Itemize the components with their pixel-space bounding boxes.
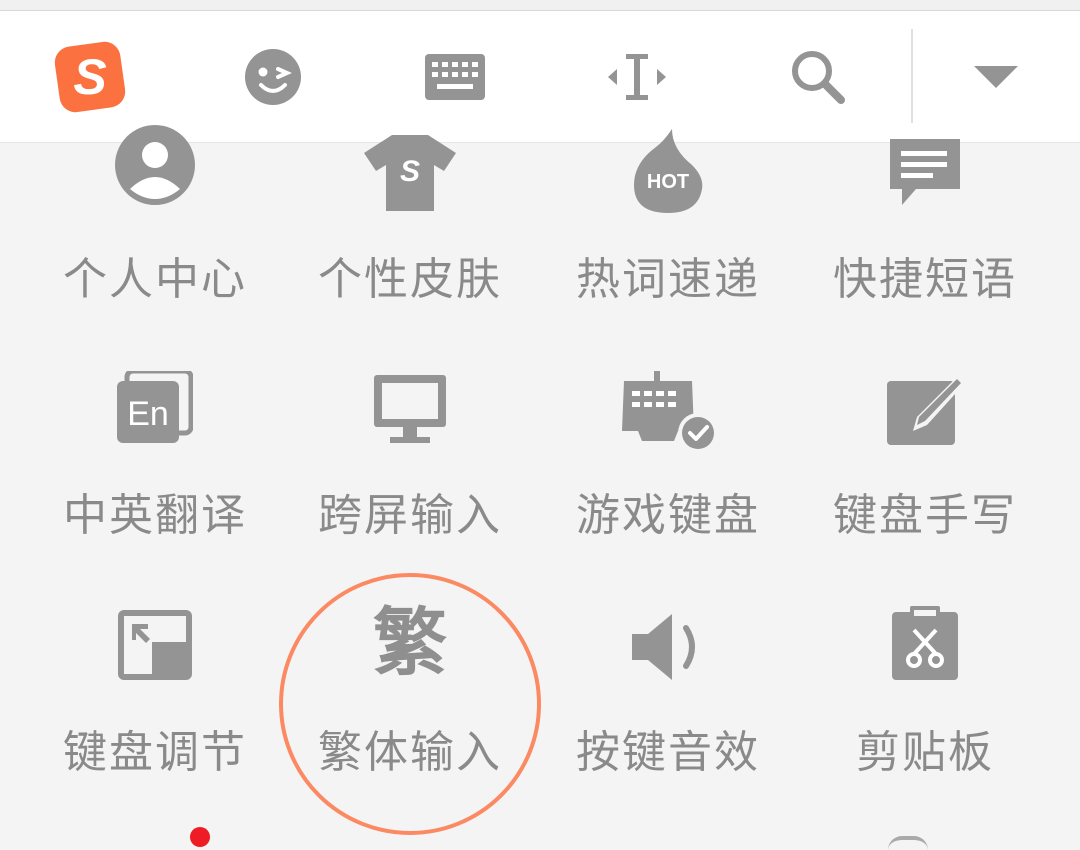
menu-item-translate[interactable]: En 中英翻译 [30,371,280,541]
menu-item-gamekeyboard[interactable]: 游戏键盘 [543,371,793,541]
menu-item-clipboard[interactable]: 剪贴板 [800,606,1050,778]
menu-item-label: 键盘手写 [833,490,1017,541]
menu-item-soundeffect[interactable]: 按键音效 [543,606,793,778]
highlight-ring [279,573,541,835]
notification-badge [190,827,210,847]
menu-item-phrases[interactable]: 快捷短语 [800,139,1050,305]
search-button[interactable] [768,11,868,142]
menu-item-label: 热词速递 [576,254,760,305]
menu-item-crossscreen[interactable]: 跨屏输入 [285,371,535,541]
cursor-move-icon [608,53,666,100]
sogou-logo-icon: S [54,41,126,112]
menu-item-handwriting[interactable]: 键盘手写 [800,371,1050,541]
menu-item-label: 按键音效 [576,727,760,778]
menu-item-skin[interactable]: S 个性皮肤 [285,135,535,305]
keyboard-button[interactable] [405,11,505,142]
message-icon [890,139,960,205]
menu-item-label: 键盘调节 [63,727,247,778]
menu-item-profile[interactable]: 个人中心 [30,125,280,305]
menu-item-label: 个人中心 [63,254,247,305]
svg-text:HOT: HOT [647,171,689,193]
toolbar-divider [911,29,913,123]
translate-en-icon: En [117,371,193,443]
game-keyboard-icon [622,371,718,453]
svg-text:En: En [127,395,169,433]
menu-item-label: 跨屏输入 [318,490,502,541]
menu-item-label: 快捷短语 [833,254,1017,305]
svg-text:S: S [73,49,106,105]
speaker-icon [632,614,695,680]
function-menu-grid: 个人中心 S 个性皮肤 HOT 热词速递 快捷短语 En 中英翻译 跨屏输入 游… [0,125,1080,841]
collapse-dropdown-icon [974,65,1018,88]
menu-item-hotwords[interactable]: HOT 热词速递 [543,129,793,305]
status-strip [0,0,1080,11]
menu-item-label: 中英翻译 [63,490,247,541]
resize-icon [118,610,192,680]
keyboard-icon [425,53,485,100]
next-row-icon-partial [888,836,928,850]
search-icon [792,50,845,104]
cursor-move-button[interactable] [587,11,687,142]
user-icon [115,125,195,205]
monitor-icon [374,375,446,443]
menu-item-label: 剪贴板 [856,727,994,778]
menu-item-label: 游戏键盘 [576,490,760,541]
tshirt-skin-icon: S [364,135,456,211]
pen-write-icon [887,375,965,445]
emoji-icon [245,48,301,105]
clipboard-icon [892,606,958,680]
hot-drop-icon: HOT [634,129,703,213]
svg-text:S: S [400,155,420,188]
menu-item-label: 个性皮肤 [318,254,502,305]
menu-item-resize[interactable]: 键盘调节 [30,606,280,778]
collapse-button[interactable] [946,11,1046,142]
